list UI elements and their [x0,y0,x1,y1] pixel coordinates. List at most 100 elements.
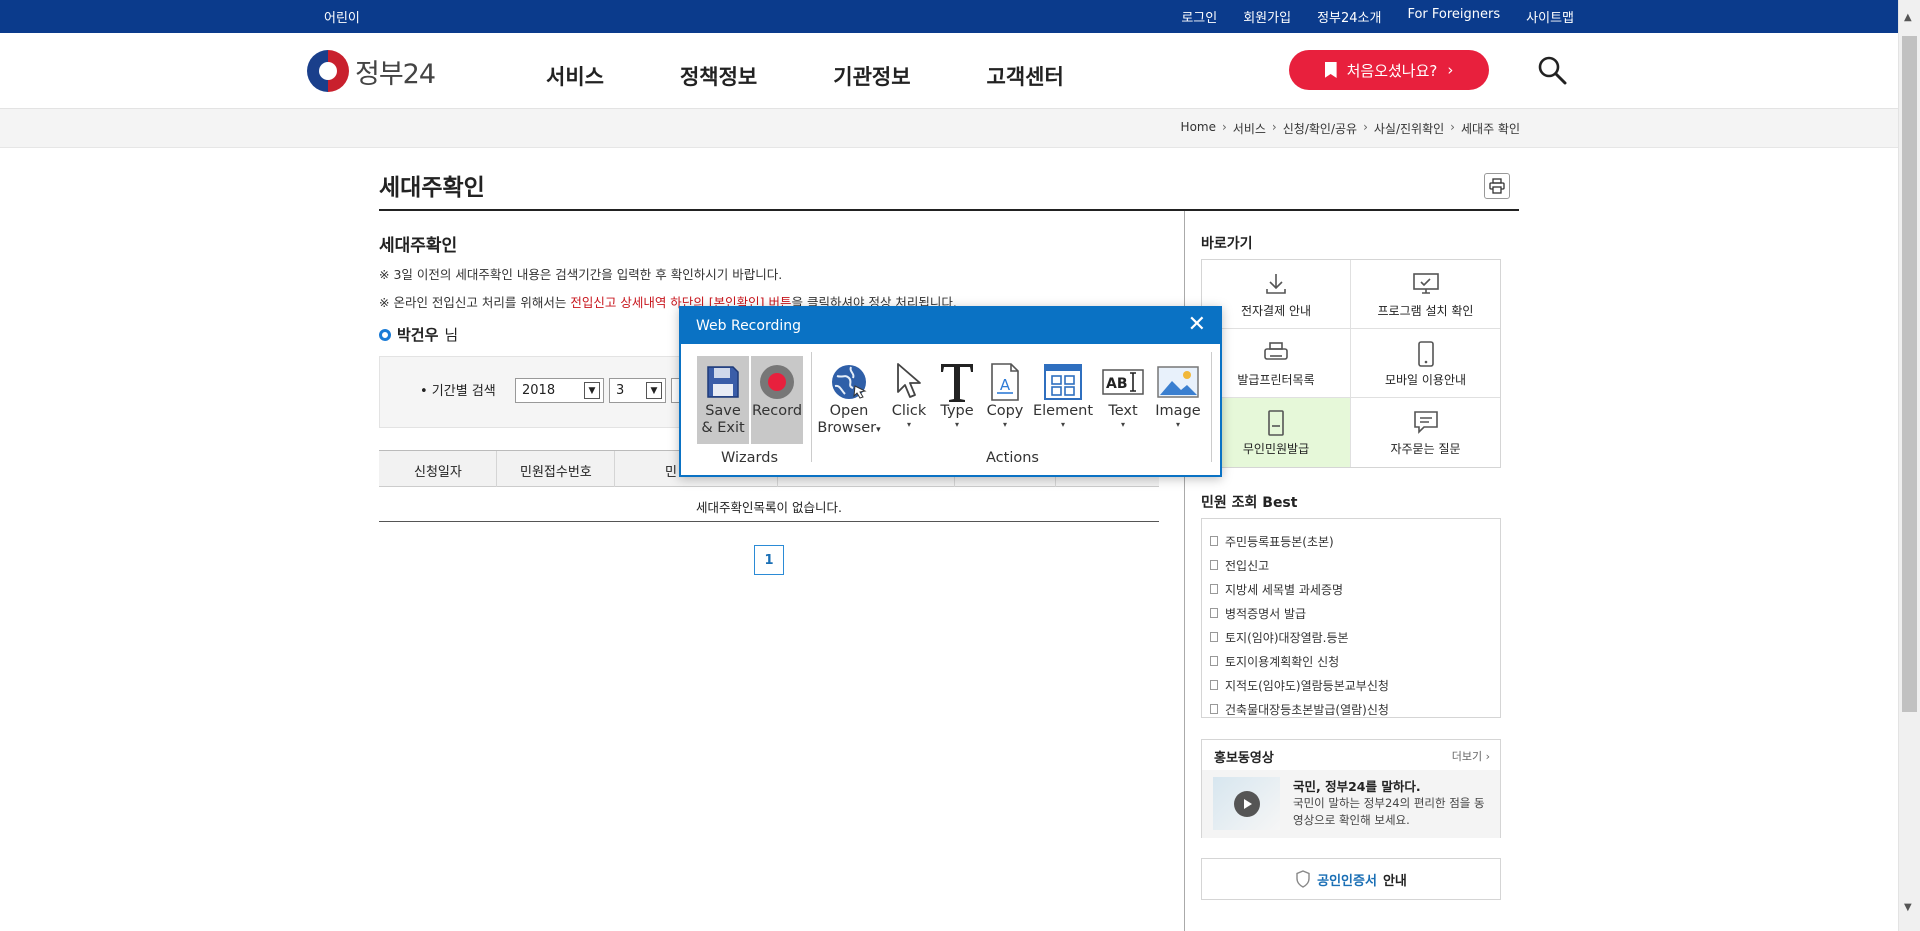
image-button[interactable]: Image ▾ [1153,356,1203,444]
page-1-button[interactable]: 1 [754,545,784,575]
document-icon [1210,608,1218,618]
close-icon[interactable]: ✕ [1188,314,1206,336]
crumb-services[interactable]: 서비스 [1233,120,1266,137]
text-button[interactable]: AB Text ▾ [1099,356,1147,444]
quick-label: 자주묻는 질문 [1390,442,1461,456]
click-button[interactable]: Click ▾ [889,356,929,444]
web-recording-dialog: Web Recording ✕ Save & Exit Record Wizard… [679,306,1222,477]
promo-body[interactable]: 국민, 정부24를 말하다. 국민이 말하는 정부24의 편리한 점을 동영상으… [1202,770,1500,838]
wizards-group-label: Wizards [721,450,779,466]
best-item[interactable]: 건축물대장등초본발급(열람)신청 [1210,697,1500,721]
kids-link[interactable]: 어린이 [324,7,360,26]
quick-label: 전자결제 안내 [1240,304,1312,318]
copy-document-icon: A [991,363,1019,401]
best-item[interactable]: 주민등록표등본(초본) [1210,529,1500,553]
nav-services[interactable]: 서비스 [546,61,604,91]
best-item-label: 토지(임야)대장열람.등본 [1225,630,1349,645]
crumb-separator: › [1363,120,1368,134]
scroll-thumb[interactable] [1902,36,1917,712]
quick-links-title: 바로가기 [1201,236,1253,252]
year-select[interactable]: 2018 ▼ [515,378,604,403]
foreigners-link[interactable]: For Foreigners [1407,7,1500,26]
search-icon[interactable] [1537,55,1567,85]
quick-printer-list[interactable]: 발급프린터목록 [1202,329,1351,398]
chevron-right-icon: › [1447,61,1454,79]
period-search-label: • 기간별 검색 [420,384,496,399]
cursor-arrow-icon [897,363,921,398]
cert-guide-button[interactable]: 공인인증서 안내 [1201,858,1501,900]
promo-title: 홍보동영상 [1214,751,1274,766]
sitemap-link[interactable]: 사이트맵 [1526,7,1574,26]
promo-video-box: 홍보동영상 더보기 › 국민, 정부24를 말하다. 국민이 말하는 정부24의… [1201,739,1501,838]
crumb-separator: › [1450,120,1455,134]
col-receipt-no: 민원접수번호 [520,465,592,480]
quick-label: 프로그램 설치 확인 [1377,304,1474,318]
more-link[interactable]: 더보기 › [1452,748,1490,764]
element-button[interactable]: Element ▾ [1033,356,1093,444]
best-item[interactable]: 병적증명서 발급 [1210,601,1500,625]
about-link[interactable]: 정부24소개 [1317,7,1381,26]
document-icon [1210,632,1218,642]
scroll-down-icon[interactable]: ▼ [1904,902,1912,913]
actions-group-label: Actions [986,450,1039,466]
quick-mobile-guide[interactable]: 모바일 이용안내 [1351,329,1500,398]
best-list: 주민등록표등본(초본) 전입신고 지방세 세목별 과세증명 병적증명서 발급 토… [1201,518,1501,718]
promo-description: 국민이 말하는 정부24의 편리한 점을 동영상으로 확인해 보세요. [1293,796,1485,827]
page-scrollbar[interactable]: ▲ ▼ [1898,0,1920,931]
nav-customer-center[interactable]: 고객센터 [987,61,1064,91]
col-partial: 민 [665,465,677,480]
crumb-separator: › [1271,120,1277,134]
quick-epay[interactable]: 전자결제 안내 [1202,260,1351,329]
nav-agency[interactable]: 기관정보 [833,61,910,91]
best-item[interactable]: 지적도(임야도)열람등본교부신청 [1210,673,1500,697]
image-label: Image [1155,403,1201,419]
bookmark-icon [1324,62,1337,78]
dialog-titlebar[interactable]: Web Recording ✕ [681,308,1220,344]
crumb-home[interactable]: Home [1181,120,1216,137]
quick-label: 무인민원발급 [1242,442,1310,456]
best-item-label: 토지이용계획확인 신청 [1225,654,1340,669]
type-button[interactable]: Type ▾ [939,356,975,444]
print-button[interactable] [1484,173,1510,199]
best-item-label: 건축물대장등초본발급(열람)신청 [1225,702,1389,717]
save-exit-button[interactable]: Save & Exit [697,356,749,444]
crumb-verify[interactable]: 사실/진위확인 [1374,120,1444,137]
click-label: Click [891,403,927,419]
scroll-up-icon[interactable]: ▲ [1904,12,1912,23]
month-select[interactable]: 3 ▼ [609,378,666,403]
promo-header: 홍보동영상 더보기 › [1202,740,1500,770]
first-visit-label: 처음오셨나요? [1346,61,1438,80]
crumb-separator: › [1221,120,1227,134]
open-browser-button[interactable]: Open Browser▾ [817,356,881,444]
user-line: 박건우 님 [379,324,458,345]
best-item-label: 지방세 세목별 과세증명 [1225,582,1344,597]
copy-button[interactable]: A Copy ▾ [985,356,1025,444]
quick-kiosk[interactable]: 무인민원발급 [1202,398,1351,467]
document-icon [1210,536,1218,546]
signup-link[interactable]: 회원가입 [1243,7,1291,26]
video-thumbnail[interactable] [1213,777,1280,830]
col-apply-date: 신청일자 [414,465,462,480]
quick-faq[interactable]: 자주묻는 질문 [1351,398,1500,467]
quick-program-check[interactable]: 프로그램 설치 확인 [1351,260,1500,329]
text-t-icon [941,364,973,402]
first-visit-button[interactable]: 처음오셨나요? › [1289,50,1489,90]
year-value: 2018 [522,383,556,398]
crumb-apply[interactable]: 신청/확인/공유 [1283,120,1357,137]
record-button[interactable]: Record [751,356,803,444]
login-link[interactable]: 로그인 [1181,7,1217,26]
quick-label: 모바일 이용안내 [1384,373,1467,387]
gov24-logo[interactable]: 정부24 [307,49,436,93]
globe-icon [832,365,867,399]
nav-policy[interactable]: 정책정보 [680,61,757,91]
best-item[interactable]: 토지이용계획확인 신청 [1210,649,1500,673]
copy-label: Copy [986,403,1024,419]
breadcrumb-bar: Home › 서비스 › 신청/확인/공유 › 사실/진위확인 › 세대주 확인 [0,109,1898,148]
utility-links: 로그인 회원가입 정부24소개 For Foreigners 사이트맵 [1181,7,1574,26]
best-item[interactable]: 토지(임야)대장열람.등본 [1210,625,1500,649]
col-divider [496,451,497,487]
best-item[interactable]: 전입신고 [1210,553,1500,577]
best-item[interactable]: 지방세 세목별 과세증명 [1210,577,1500,601]
record-icon [760,365,794,399]
svg-text:AB: AB [1106,376,1128,392]
